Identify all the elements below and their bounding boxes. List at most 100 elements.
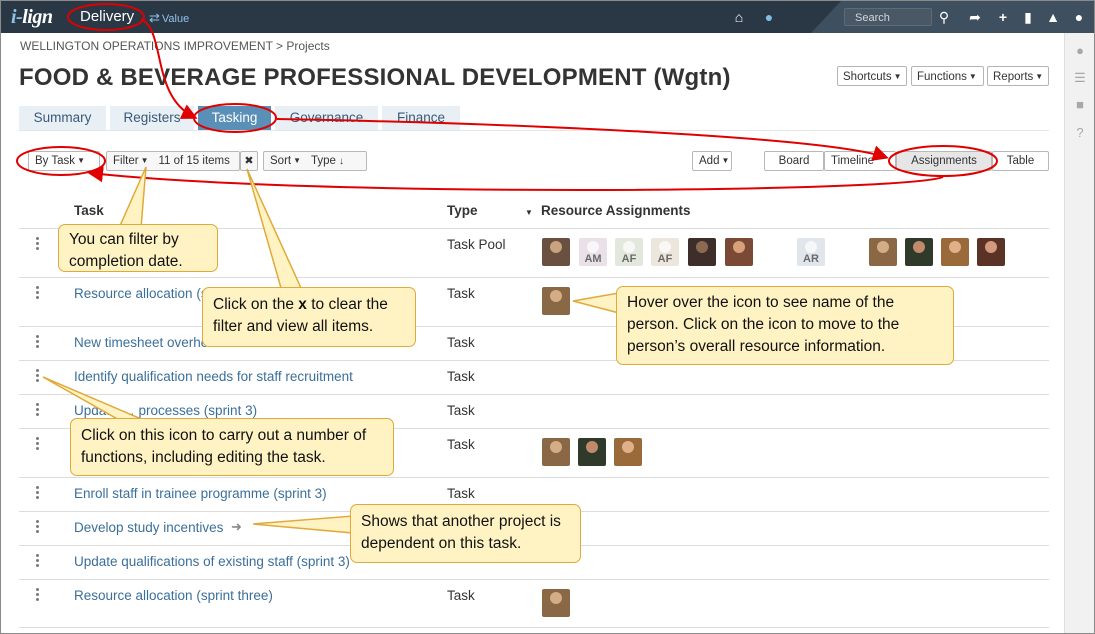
view-board[interactable]: Board [764,151,824,171]
column-header-type[interactable]: Type [447,203,478,218]
resource-avatar[interactable] [941,238,969,266]
task-name-link[interactable]: New timesheet overhe… [74,335,222,350]
row-menu-icon[interactable] [35,286,41,301]
avatar-face [733,241,745,253]
menu-callout: Click on this icon to carry out a number… [70,418,394,476]
add-dropdown[interactable]: Add ▼ [692,151,732,171]
shortcuts-button[interactable]: Shortcuts ▼ [837,66,907,86]
resource-avatar[interactable]: AF [651,238,679,266]
menu-dot [36,403,39,406]
menu-dot [36,598,39,601]
task-name-link[interactable]: Develop study incentives [74,520,223,535]
resource-avatar[interactable] [542,287,570,315]
tab-finance[interactable]: Finance [382,106,460,130]
menu-dot [36,491,39,494]
row-menu-icon[interactable] [35,486,41,501]
resource-avatar[interactable]: AF [615,238,643,266]
task-name-link[interactable]: Resource allocation (sprint three) [74,588,273,603]
view-assignments[interactable]: Assignments [896,151,992,171]
sort-dropdown[interactable]: Sort ▼ Type ↓ [263,151,367,171]
search-icon[interactable]: ⚲ [935,8,953,26]
row-menu-icon[interactable] [35,403,41,418]
task-name-link[interactable]: Update qualifications of existing staff … [74,554,350,569]
list-icon[interactable]: ☰ [1073,70,1087,86]
avatar-face [550,441,562,453]
clear-filter-button[interactable]: ✖ [240,151,258,171]
functions-button[interactable]: Functions ▼ [911,66,984,86]
row-menu-icon[interactable] [35,335,41,350]
app-logo[interactable]: i-lign [11,6,53,29]
task-name-link[interactable]: Identify qualification needs for staff r… [74,369,353,384]
row-menu-icon[interactable] [35,520,41,535]
comment-icon[interactable]: ● [1073,43,1087,58]
row-menu-icon[interactable] [35,437,41,452]
bell-icon[interactable]: ▲ [1044,8,1062,26]
value-module-link[interactable]: ⇄ Value [149,10,189,26]
resource-avatar[interactable] [614,438,642,466]
bookmark-icon[interactable]: ▮ [1019,8,1037,26]
row-menu-icon[interactable] [35,369,41,384]
task-type: Task [447,286,475,301]
hover-callout-pointer [572,292,620,314]
menu-dot [36,286,39,289]
user-icon[interactable]: ● [1070,8,1088,26]
reports-button[interactable]: Reports ▼ [987,66,1049,86]
resource-avatar[interactable]: AM [579,238,607,266]
resource-avatar[interactable] [977,238,1005,266]
tabs-divider [19,130,1049,131]
clear-filter-callout: Click on the x to clear the filter and v… [202,287,416,347]
resource-avatar[interactable] [542,438,570,466]
module-selector[interactable]: Delivery [80,8,134,25]
avatar-face [586,441,598,453]
task-name-link[interactable]: Update … processes (sprint 3) [74,403,257,418]
menu-dot [36,520,39,523]
view-table[interactable]: Table [992,151,1049,171]
row-menu-icon[interactable] [35,237,41,252]
resource-avatar[interactable] [905,238,933,266]
by-task-dropdown[interactable]: By Task ▼ [28,151,100,171]
avatar-face [913,241,925,253]
column-header-task[interactable]: Task [74,203,104,218]
resource-avatar[interactable] [542,589,570,617]
lock-icon[interactable]: ■ [1073,97,1087,112]
menu-dot [36,559,39,562]
menu-dot [36,554,39,557]
page-title: FOOD & BEVERAGE PROFESSIONAL DEVELOPMENT… [19,64,731,91]
row-menu-icon[interactable] [35,554,41,569]
tab-registers[interactable]: Registers [110,106,194,130]
logo-prefix: i- [11,6,23,28]
task-name-link[interactable]: Resource allocation (s… [74,286,221,301]
menu-dot [36,237,39,240]
resource-avatar[interactable] [688,238,716,266]
view-timeline[interactable]: Timeline [824,151,896,171]
menu-dot [36,291,39,294]
menu-dot [36,379,39,382]
menu-dot [36,437,39,440]
filter-dropdown[interactable]: Filter ▼ 11 of 15 items [106,151,240,171]
column-header-resources[interactable]: Resource Assignments [541,203,691,218]
resource-avatar[interactable] [725,238,753,266]
globe-icon[interactable]: ● [760,8,778,26]
menu-dot [36,335,39,338]
task-type: Task [447,335,475,350]
resource-avatar[interactable] [869,238,897,266]
chevron-down-icon: ▼ [293,156,302,165]
hover-callout: Hover over the icon to see name of the p… [616,286,954,365]
add-icon[interactable]: + [994,8,1012,26]
resource-avatar[interactable] [578,438,606,466]
row-menu-icon[interactable] [35,588,41,603]
search-input[interactable]: Search [844,8,932,26]
tab-tasking[interactable]: Tasking [198,106,271,130]
breadcrumb[interactable]: WELLINGTON OPERATIONS IMPROVEMENT > Proj… [20,39,330,53]
task-name-link[interactable]: Enroll staff in trainee programme (sprin… [74,486,327,501]
tab-governance[interactable]: Governance [275,106,378,130]
home-icon[interactable]: ⌂ [730,8,748,26]
help-icon[interactable]: ? [1073,125,1087,140]
menu-dot [36,369,39,372]
menu-dot [36,408,39,411]
tab-summary[interactable]: Summary [19,106,106,130]
dependency-icon[interactable]: ➜ [231,519,242,535]
share-icon[interactable]: ➦ [966,8,984,26]
resource-avatar[interactable] [542,238,570,266]
resource-avatar[interactable]: AR [797,238,825,266]
